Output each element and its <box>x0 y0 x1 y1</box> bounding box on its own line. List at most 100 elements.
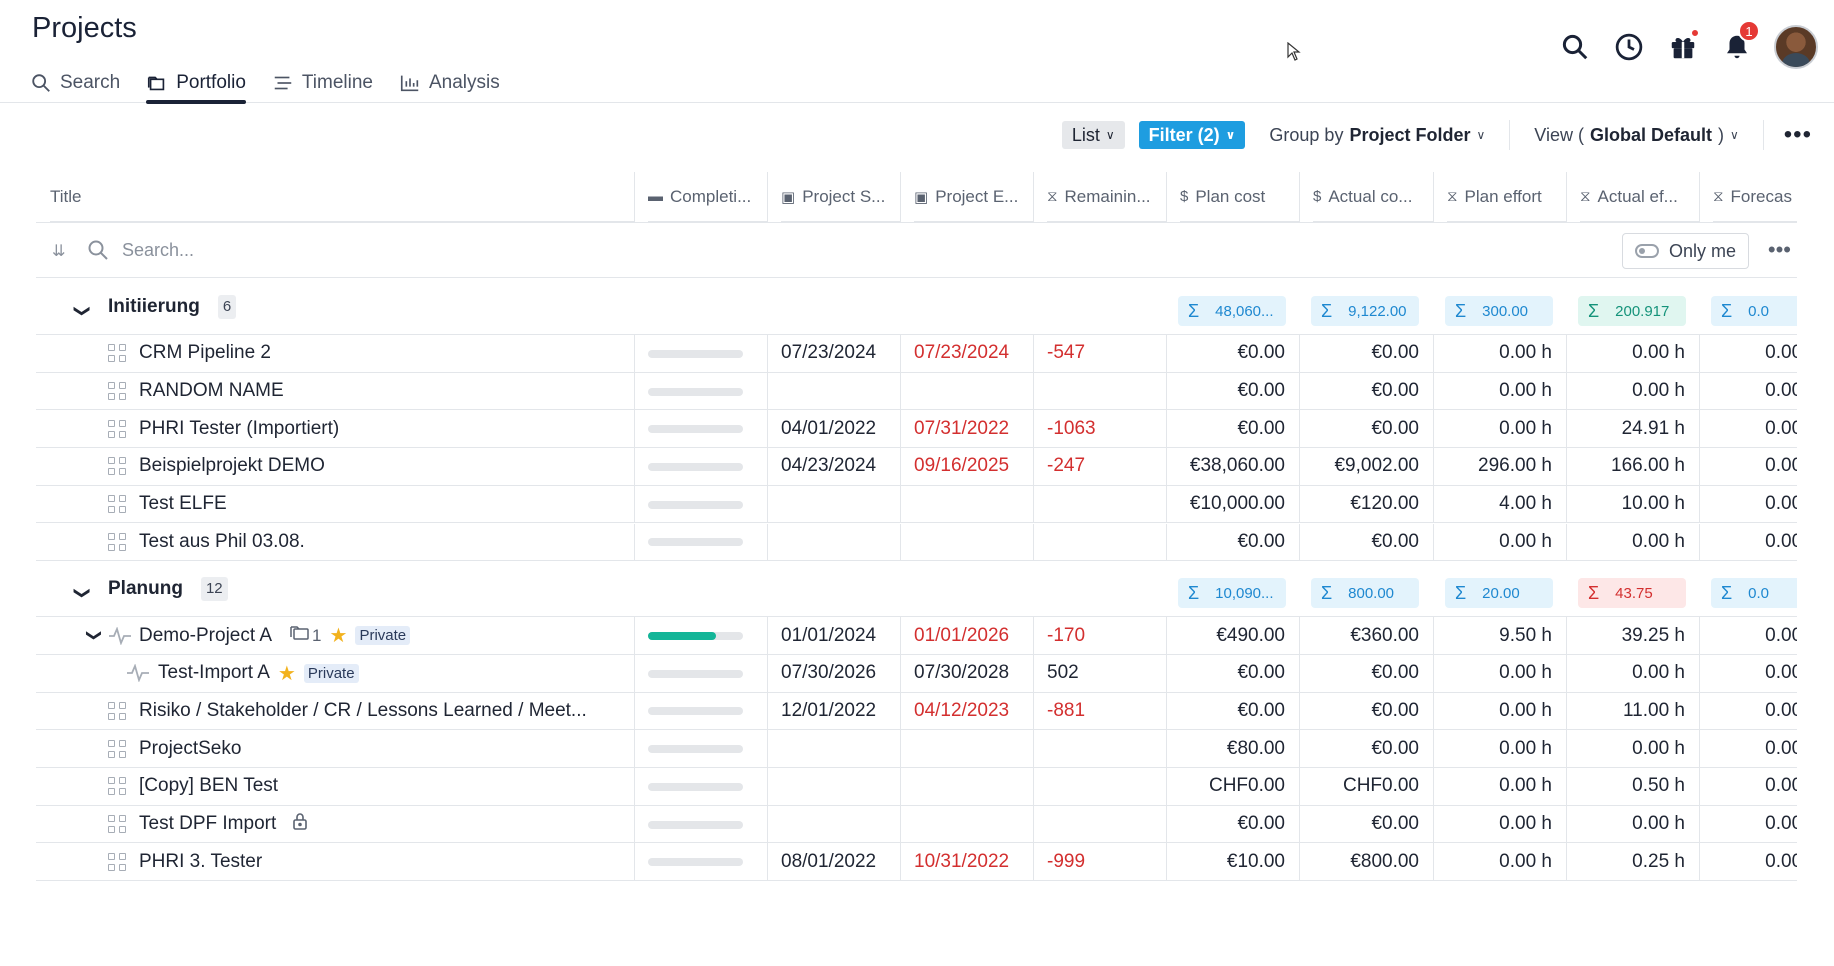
cell-start[interactable]: 08/01/2022 <box>781 843 900 880</box>
cell-end[interactable]: 01/01/2026 <box>914 617 1033 654</box>
table-row[interactable]: ProjectSeko €80.00 €0.00 0.00 h 0.00 h 0.00 h <box>36 730 1797 768</box>
cell-actual-effort[interactable]: 0.00 h <box>1566 730 1685 767</box>
table-row[interactable]: Test aus Phil 03.08. €0.00 €0.00 0.00 h 0.00… <box>36 523 1797 562</box>
cell-plan-cost[interactable]: €490.00 <box>1166 617 1285 654</box>
cell-remaining[interactable]: 502 <box>1047 655 1166 692</box>
cell-end[interactable] <box>914 524 1033 561</box>
cell-actual-effort[interactable]: 0.00 h <box>1566 373 1685 410</box>
group-by-dropdown[interactable]: Group by Project Folder ∨ <box>1259 121 1495 149</box>
cell-actual-effort[interactable]: 10.00 h <box>1566 486 1685 523</box>
cell-plan-effort[interactable]: 0.00 h <box>1433 693 1552 730</box>
more-options-icon[interactable]: ••• <box>1778 121 1818 149</box>
cell-forecast[interactable]: 0.00 h <box>1699 655 1797 692</box>
cell-start[interactable] <box>781 730 900 767</box>
cell-start[interactable] <box>781 373 900 410</box>
cell-actual-cost[interactable]: €800.00 <box>1299 843 1419 880</box>
table-row[interactable]: RANDOM NAME €0.00 €0.00 0.00 h 0.00 h 0.00 h <box>36 372 1797 411</box>
cell-end[interactable] <box>914 373 1033 410</box>
project-title[interactable]: Test DPF Import <box>139 806 308 843</box>
tab-search[interactable]: Search <box>30 64 132 102</box>
list-view-dropdown[interactable]: List ∨ <box>1061 121 1125 149</box>
cell-plan-effort[interactable]: 0.00 h <box>1433 768 1552 805</box>
whats-new-button[interactable] <box>1656 22 1710 72</box>
table-row[interactable]: Test-Import A ★ Private 07/30/2026 07/30/202… <box>36 654 1797 693</box>
cell-plan-cost[interactable]: €10.00 <box>1166 843 1285 880</box>
chevron-down-icon[interactable]: ❯ <box>73 304 93 317</box>
cell-end[interactable]: 04/12/2023 <box>914 693 1033 730</box>
cell-plan-effort[interactable]: 0.00 h <box>1433 655 1552 692</box>
cell-remaining[interactable]: -170 <box>1047 617 1166 654</box>
cell-forecast[interactable]: 0.00 h <box>1699 806 1797 843</box>
project-title[interactable]: PHRI 3. Tester <box>139 843 262 880</box>
cell-actual-cost[interactable]: €360.00 <box>1299 617 1419 654</box>
cell-remaining[interactable] <box>1047 730 1166 767</box>
group-row[interactable]: ❯ Planung 12 Σ 10,090... Σ 800.00 Σ 20.00 Σ 43.75 Σ… <box>36 561 1797 618</box>
user-avatar[interactable] <box>1774 25 1818 69</box>
cell-plan-effort[interactable]: 296.00 h <box>1433 448 1552 485</box>
cell-start[interactable] <box>781 768 900 805</box>
cell-actual-cost[interactable]: €0.00 <box>1299 524 1419 561</box>
table-row[interactable]: Test DPF Import €0.00 €0.00 0.00 h 0.00 h 0.0… <box>36 805 1797 844</box>
cell-end[interactable] <box>914 806 1033 843</box>
project-title[interactable]: ProjectSeko <box>139 730 241 767</box>
cell-actual-effort[interactable]: 0.00 h <box>1566 524 1685 561</box>
cell-actual-effort[interactable]: 0.25 h <box>1566 843 1685 880</box>
cell-start[interactable]: 01/01/2024 <box>781 617 900 654</box>
table-row[interactable]: CRM Pipeline 2 07/23/2024 07/23/2024 -547 €0… <box>36 335 1797 373</box>
cell-plan-cost[interactable]: €0.00 <box>1166 806 1285 843</box>
only-me-toggle[interactable]: Only me <box>1621 233 1749 269</box>
cell-end[interactable]: 07/23/2024 <box>914 335 1033 372</box>
cell-start[interactable]: 04/01/2022 <box>781 410 900 447</box>
project-title[interactable]: PHRI Tester (Importiert) <box>139 410 339 447</box>
project-title[interactable]: [Copy] BEN Test <box>139 768 278 805</box>
chevron-down-icon[interactable]: ❯ <box>73 586 93 599</box>
cell-actual-cost[interactable]: €9,002.00 <box>1299 448 1419 485</box>
cell-forecast[interactable]: 0.00 h <box>1699 486 1797 523</box>
global-search-button[interactable] <box>1548 22 1602 72</box>
cell-actual-cost[interactable]: €0.00 <box>1299 655 1419 692</box>
cell-actual-cost[interactable]: €0.00 <box>1299 730 1419 767</box>
cell-plan-cost[interactable]: €80.00 <box>1166 730 1285 767</box>
project-title[interactable]: Beispielprojekt DEMO <box>139 448 325 485</box>
star-icon[interactable]: ★ <box>330 623 348 648</box>
cell-actual-cost[interactable]: CHF0.00 <box>1299 768 1419 805</box>
cell-end[interactable] <box>914 730 1033 767</box>
cell-forecast[interactable]: 0.00 h <box>1699 843 1797 880</box>
time-tracking-button[interactable] <box>1602 22 1656 72</box>
cell-actual-effort[interactable]: 0.50 h <box>1566 768 1685 805</box>
cell-forecast[interactable]: 0.00 h <box>1699 335 1797 372</box>
cell-remaining[interactable] <box>1047 486 1166 523</box>
cell-plan-effort[interactable]: 4.00 h <box>1433 486 1552 523</box>
cell-remaining[interactable]: -881 <box>1047 693 1166 730</box>
cell-end[interactable]: 07/30/2028 <box>914 655 1033 692</box>
cell-plan-effort[interactable]: 0.00 h <box>1433 373 1552 410</box>
cell-actual-effort[interactable]: 0.00 h <box>1566 655 1685 692</box>
cell-start[interactable]: 07/30/2026 <box>781 655 900 692</box>
column-header[interactable]: ▣ Project S... <box>781 172 900 222</box>
cell-end[interactable]: 07/31/2022 <box>914 410 1033 447</box>
column-header[interactable]: ▣ Project E... <box>914 172 1033 222</box>
cell-plan-effort[interactable]: 0.00 h <box>1433 410 1552 447</box>
cell-actual-cost[interactable]: €0.00 <box>1299 373 1419 410</box>
cell-actual-cost[interactable]: €0.00 <box>1299 410 1419 447</box>
tab-analysis[interactable]: Analysis <box>399 64 512 102</box>
cell-actual-cost[interactable]: €0.00 <box>1299 693 1419 730</box>
project-title[interactable]: Test aus Phil 03.08. <box>139 524 305 561</box>
star-icon[interactable]: ★ <box>278 661 296 686</box>
column-header[interactable]: $ Plan cost <box>1180 172 1299 222</box>
cell-forecast[interactable]: 0.00 h <box>1699 448 1797 485</box>
cell-start[interactable]: 07/23/2024 <box>781 335 900 372</box>
cell-actual-effort[interactable]: 0.00 h <box>1566 335 1685 372</box>
cell-remaining[interactable] <box>1047 768 1166 805</box>
cell-actual-effort[interactable]: 11.00 h <box>1566 693 1685 730</box>
more-options-icon[interactable]: ••• <box>1768 237 1791 263</box>
cell-plan-effort[interactable]: 0.00 h <box>1433 806 1552 843</box>
cell-plan-cost[interactable]: €0.00 <box>1166 410 1285 447</box>
tab-portfolio[interactable]: Portfolio <box>146 64 258 104</box>
cell-plan-cost[interactable]: €0.00 <box>1166 693 1285 730</box>
column-header[interactable]: ⧖ Remainin... <box>1047 172 1166 222</box>
cell-end[interactable] <box>914 486 1033 523</box>
cell-plan-effort[interactable]: 0.00 h <box>1433 843 1552 880</box>
cell-remaining[interactable] <box>1047 524 1166 561</box>
table-row[interactable]: PHRI 3. Tester 08/01/2022 10/31/2022 -999 €1… <box>36 843 1797 882</box>
